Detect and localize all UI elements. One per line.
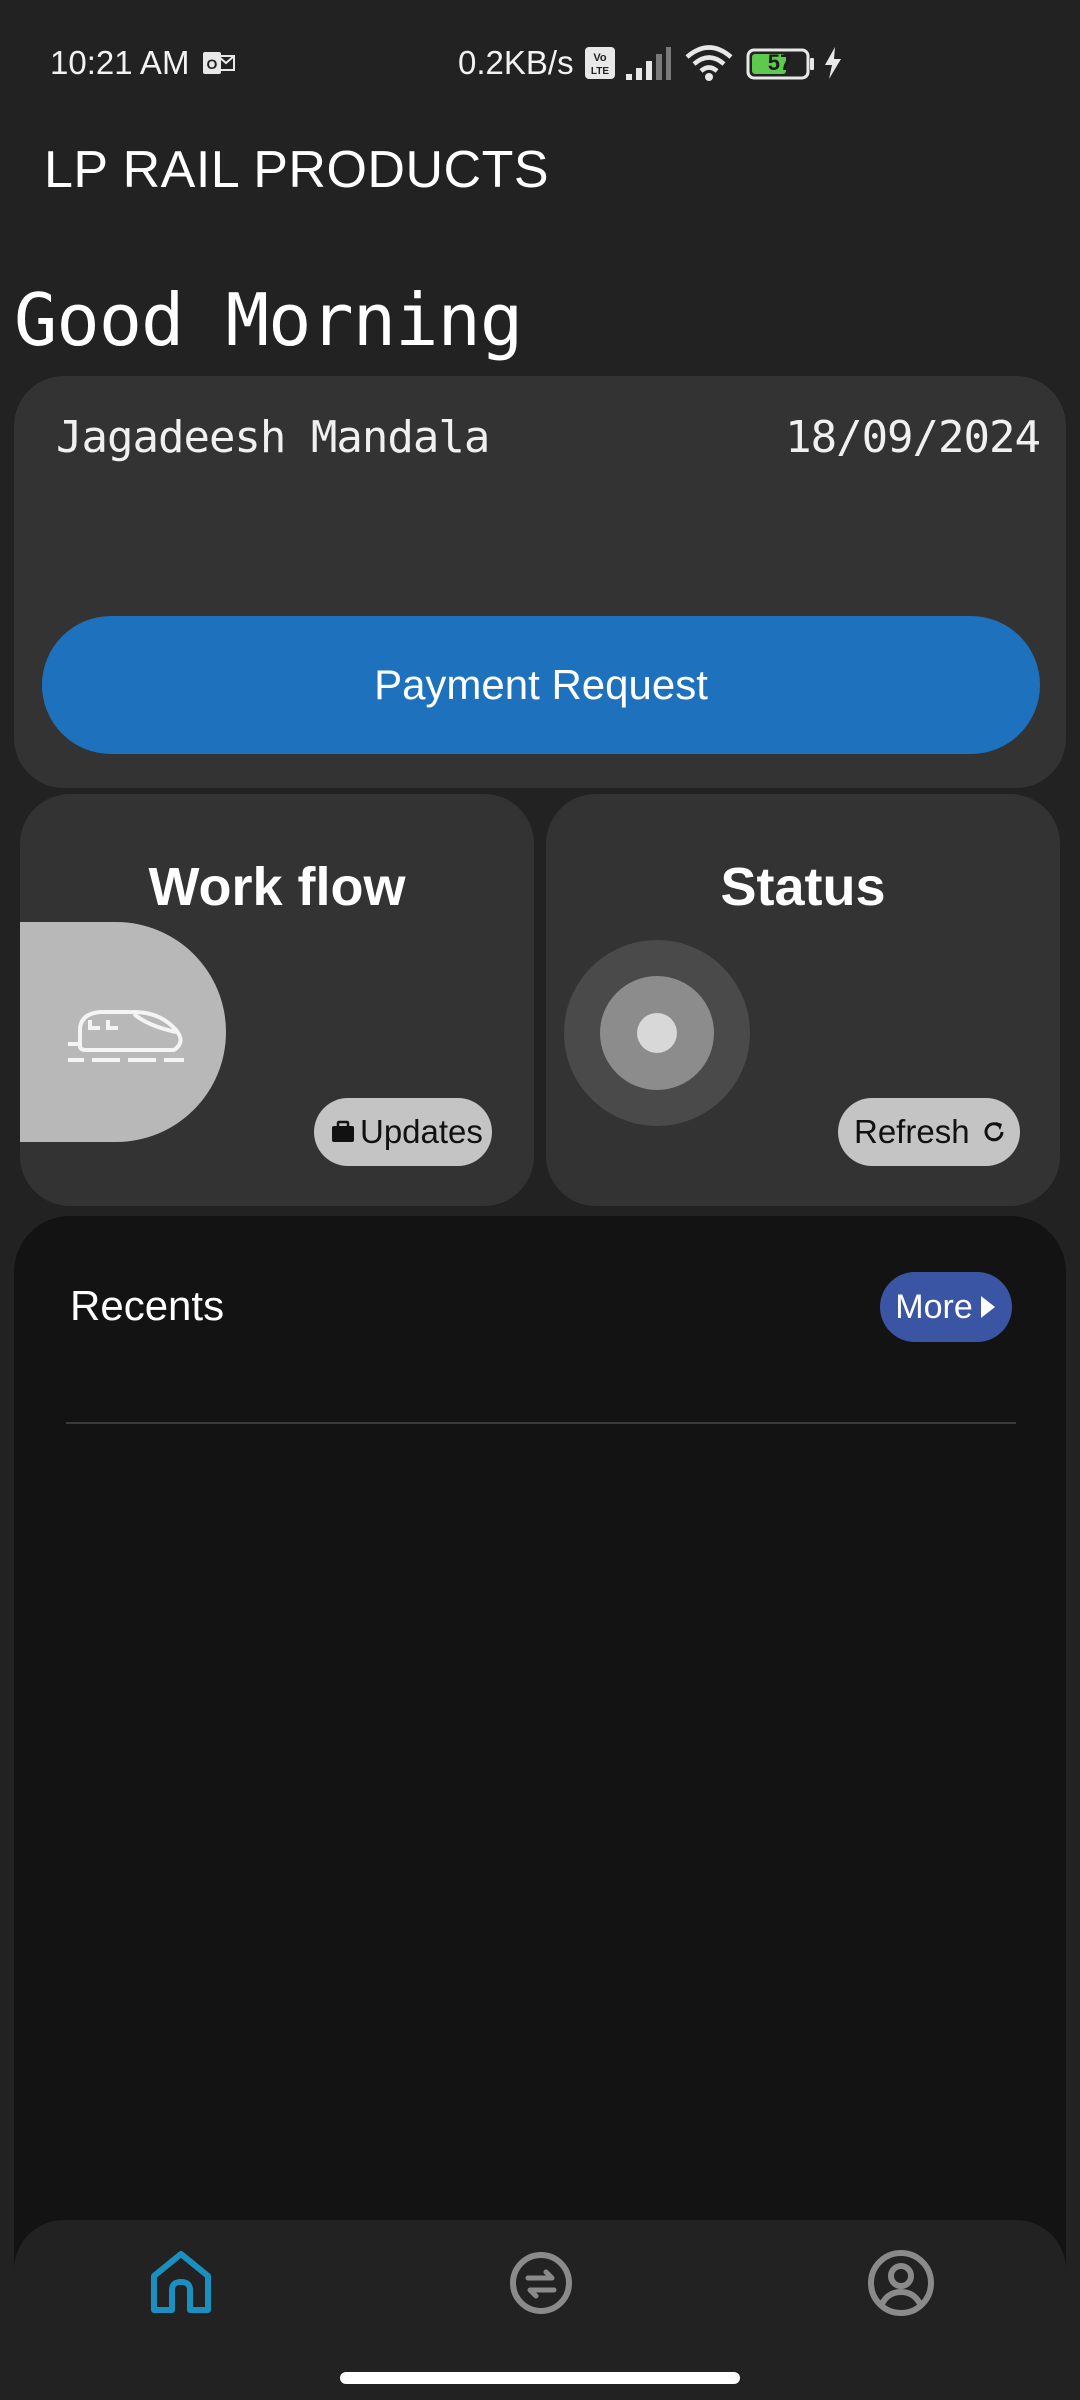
profile-icon[interactable]	[866, 2248, 936, 2318]
updates-label: Updates	[360, 1113, 483, 1150]
target-indicator-icon	[564, 940, 750, 1126]
updates-button[interactable]: Updates	[314, 1098, 492, 1166]
home-indicator[interactable]	[340, 2372, 740, 2384]
status-time: 10:21 AM	[50, 44, 190, 81]
train-icon	[68, 1010, 184, 1062]
exchange-icon[interactable]	[506, 2248, 576, 2318]
refresh-icon	[984, 1122, 1004, 1142]
more-button[interactable]: More	[880, 1272, 1012, 1342]
status-bar: 10:21 AM O 0.2KB/s Vo LTE 57	[0, 0, 1080, 130]
refresh-label: Refresh	[854, 1113, 970, 1150]
svg-text:LTE: LTE	[591, 66, 609, 77]
more-label: More	[895, 1287, 973, 1326]
svg-text:Vo: Vo	[593, 52, 607, 64]
recents-title: Recents	[70, 1282, 225, 1329]
greeting-text: Good Morning	[14, 278, 523, 362]
refresh-button[interactable]: Refresh	[838, 1098, 1020, 1166]
workflow-card[interactable]: Work flow Updates	[20, 794, 534, 1206]
caret-right-icon	[980, 1296, 995, 1318]
charging-icon	[825, 47, 841, 79]
user-name: Jagadeesh Mandala	[56, 412, 490, 463]
user-card: Jagadeesh Mandala 18/09/2024 Payment Req…	[14, 376, 1066, 788]
battery-level: 57	[767, 50, 793, 75]
divider	[66, 1422, 1016, 1424]
app-title: LP RAIL PRODUCTS	[44, 141, 550, 199]
outlook-notification-icon: O	[203, 52, 235, 74]
signal-icon	[626, 47, 671, 80]
wifi-icon	[685, 45, 733, 81]
current-date: 18/09/2024	[785, 412, 1041, 463]
volte-icon: Vo LTE	[585, 47, 615, 79]
status-card[interactable]: Status Refresh	[546, 794, 1060, 1206]
network-speed: 0.2KB/s	[458, 44, 574, 81]
home-icon[interactable]	[146, 2248, 216, 2318]
payment-request-button[interactable]: Payment Request	[42, 616, 1040, 754]
train-badge	[20, 922, 226, 1142]
status-title: Status	[720, 857, 886, 917]
briefcase-icon	[332, 1120, 354, 1142]
svg-text:O: O	[207, 56, 218, 72]
workflow-title: Work flow	[148, 857, 406, 917]
